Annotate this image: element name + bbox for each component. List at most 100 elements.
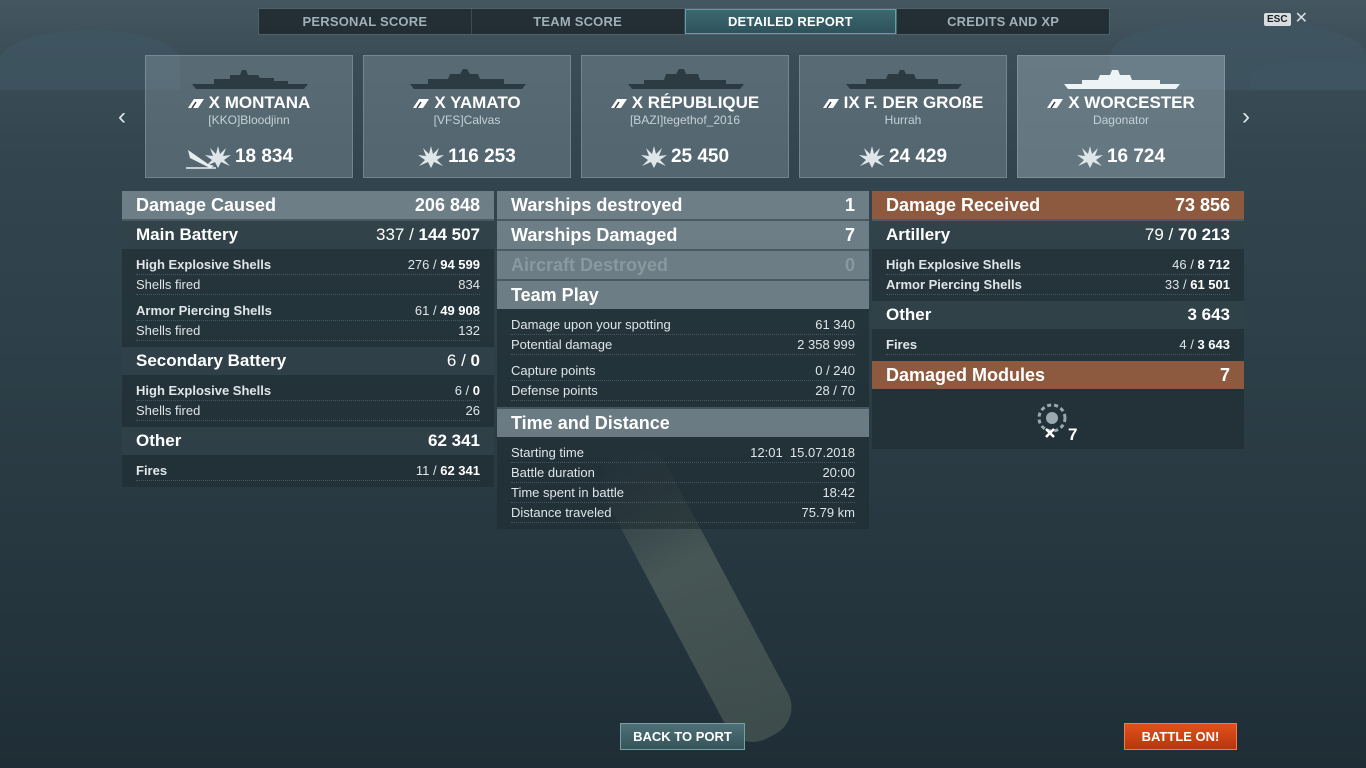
damaged-module-icon — [1037, 403, 1067, 438]
player-card-own[interactable]: X WORCESTER Dagonator 16 724 — [1017, 55, 1225, 178]
damage-value: 24 429 — [888, 146, 948, 167]
stat-row: Capture points 0 / 240 — [511, 361, 855, 381]
ship-name-text: X WORCESTER — [1068, 93, 1195, 112]
time-distance-details: Starting time 12:01 15.07.2018 Battle dur… — [497, 437, 869, 529]
section-value: 6 / 0 — [446, 351, 480, 370]
damage-row: 18 834 — [146, 146, 352, 168]
ship-name-text: X YAMATO — [434, 93, 521, 112]
explosion-damage-icon — [418, 146, 445, 168]
battleship-silhouette-icon — [192, 70, 308, 89]
tab-credits-and-xp[interactable]: CREDITS AND XP — [897, 9, 1109, 34]
section-title: Secondary Battery — [136, 351, 287, 370]
stat-row: Time spent in battle 18:42 — [511, 483, 855, 503]
battle-on-button[interactable]: BATTLE ON! — [1124, 723, 1237, 750]
damage-row: 116 253 — [364, 146, 570, 168]
stat-row: Fires 4 / 3 643 — [886, 335, 1230, 355]
section-value: 337 / 144 507 — [376, 225, 480, 244]
player-card[interactable]: X MONTANA [KKO]Bloodjinn 18 834 — [145, 55, 353, 178]
stat-row: Distance traveled 75.79 km — [511, 503, 855, 523]
stat-row: High Explosive Shells 276 / 94 599 — [136, 255, 480, 275]
time-distance-header: Time and Distance — [497, 409, 869, 437]
close-control[interactable]: ESC ✕ — [1264, 11, 1308, 27]
ship-class-icon — [187, 98, 204, 108]
battle-summary-panel: Warships destroyed 1 Warships Damaged 7 … — [497, 191, 869, 529]
player-name: [VFS]Calvas — [433, 113, 501, 127]
ship-name-text: IX F. DER GROßE — [843, 93, 984, 112]
stat-row: Fires 11 / 62 341 — [136, 461, 480, 481]
section-value: 206 848 — [414, 194, 480, 215]
ship-name: X YAMATO — [364, 93, 570, 113]
section-title: Other — [136, 431, 182, 450]
explosion-damage-icon — [1076, 146, 1103, 168]
secondary-battery-header: Secondary Battery 6 / 0 — [122, 347, 494, 375]
stat-row: Shells fired 132 — [136, 321, 480, 341]
stat-row: Damage upon your spotting 61 340 — [511, 315, 855, 335]
tab-personal-score[interactable]: PERSONAL SCORE — [259, 9, 472, 34]
damage-received-header: Damage Received 73 856 — [872, 191, 1244, 219]
team-play-header: Team Play — [497, 281, 869, 309]
tab-detailed-report[interactable]: DETAILED REPORT — [684, 9, 898, 34]
damage-row: 24 429 — [800, 146, 1006, 168]
ship-name-text: X MONTANA — [208, 93, 311, 112]
damaged-modules-header: Damaged Modules 7 — [872, 361, 1244, 389]
player-name: [BAZI]tegethof_2016 — [629, 113, 741, 127]
damage-caused-header: Damage Caused 206 848 — [122, 191, 494, 219]
stat-row: Armor Piercing Shells 61 / 49 908 — [136, 301, 480, 321]
explosion-damage-icon — [204, 146, 231, 168]
tab-team-score[interactable]: TEAM SCORE — [472, 9, 685, 34]
aircraft-destroyed-row: Aircraft Destroyed 0 — [497, 251, 869, 279]
stat-row: Shells fired 834 — [136, 275, 480, 295]
player-cards: X MONTANA [KKO]Bloodjinn 18 834 X YAMATO… — [145, 55, 1225, 178]
cruiser-silhouette-icon — [1064, 70, 1180, 89]
esc-key-hint: ESC — [1264, 12, 1291, 26]
received-other-header: Other 3 643 — [872, 301, 1244, 329]
other-damage-header: Other 62 341 — [122, 427, 494, 455]
ship-name: X RÉPUBLIQUE — [582, 93, 788, 113]
stat-row: Shells fired 26 — [136, 401, 480, 421]
back-to-port-button[interactable]: BACK TO PORT — [620, 723, 745, 750]
section-title: Damage Caused — [136, 194, 277, 215]
stat-row: Defense points 28 / 70 — [511, 381, 855, 401]
player-card[interactable]: X YAMATO [VFS]Calvas 116 253 — [363, 55, 571, 178]
received-other-details: Fires 4 / 3 643 — [872, 329, 1244, 361]
player-name: Dagonator — [1092, 113, 1150, 127]
stat-row: Battle duration 20:00 — [511, 463, 855, 483]
chevron-left-icon[interactable]: ‹ — [112, 103, 132, 130]
report-tabs: PERSONAL SCORE TEAM SCORE DETAILED REPOR… — [258, 8, 1110, 35]
other-damage-details: Fires 11 / 62 341 — [122, 455, 494, 487]
warships-destroyed-row: Warships destroyed 1 — [497, 191, 869, 219]
main-battery-header: Main Battery 337 / 144 507 — [122, 221, 494, 249]
section-title: Main Battery — [136, 225, 239, 244]
explosion-damage-icon — [858, 146, 885, 168]
ship-class-icon — [413, 98, 430, 108]
ship-name: X MONTANA — [146, 93, 352, 113]
artillery-header: Artillery 79 / 70 213 — [872, 221, 1244, 249]
stat-row: High Explosive Shells 46 / 8 712 — [886, 255, 1230, 275]
explosion-damage-icon — [640, 146, 667, 168]
player-card[interactable]: X RÉPUBLIQUE [BAZI]tegethof_2016 25 450 — [581, 55, 789, 178]
battleship-silhouette-icon — [846, 70, 962, 89]
battleship-silhouette-icon — [410, 69, 526, 89]
secondary-battery-details: High Explosive Shells 6 / 0 Shells fired… — [122, 375, 494, 427]
stat-row: Potential damage 2 358 999 — [511, 335, 855, 355]
damaged-module-count: 7 — [1068, 425, 1078, 444]
damage-row: 25 450 — [582, 146, 788, 168]
damage-row: 16 724 — [1018, 146, 1224, 168]
player-name: [KKO]Bloodjinn — [208, 113, 290, 127]
player-card[interactable]: IX F. DER GROßE Hurrah 24 429 — [799, 55, 1007, 178]
artillery-details: High Explosive Shells 46 / 8 712 Armor P… — [872, 249, 1244, 301]
player-name: Hurrah — [884, 113, 922, 127]
close-icon[interactable]: ✕ — [1295, 11, 1308, 27]
ship-name: IX F. DER GROßE — [800, 93, 1006, 113]
damage-value: 16 724 — [1106, 146, 1166, 167]
damage-received-panel: Damage Received 73 856 Artillery 79 / 70… — [872, 191, 1244, 449]
battleship-silhouette-icon — [628, 69, 744, 89]
stat-row: Starting time 12:01 15.07.2018 — [511, 443, 855, 463]
stat-row: High Explosive Shells 6 / 0 — [136, 381, 480, 401]
team-play-details: Damage upon your spotting 61 340 Potentia… — [497, 309, 869, 407]
chevron-right-icon[interactable]: › — [1236, 103, 1256, 130]
stat-row: Armor Piercing Shells 33 / 61 501 — [886, 275, 1230, 295]
damage-value: 18 834 — [234, 146, 294, 167]
damage-caused-panel: Damage Caused 206 848 Main Battery 337 /… — [122, 191, 494, 487]
ship-name-text: X RÉPUBLIQUE — [631, 93, 760, 112]
